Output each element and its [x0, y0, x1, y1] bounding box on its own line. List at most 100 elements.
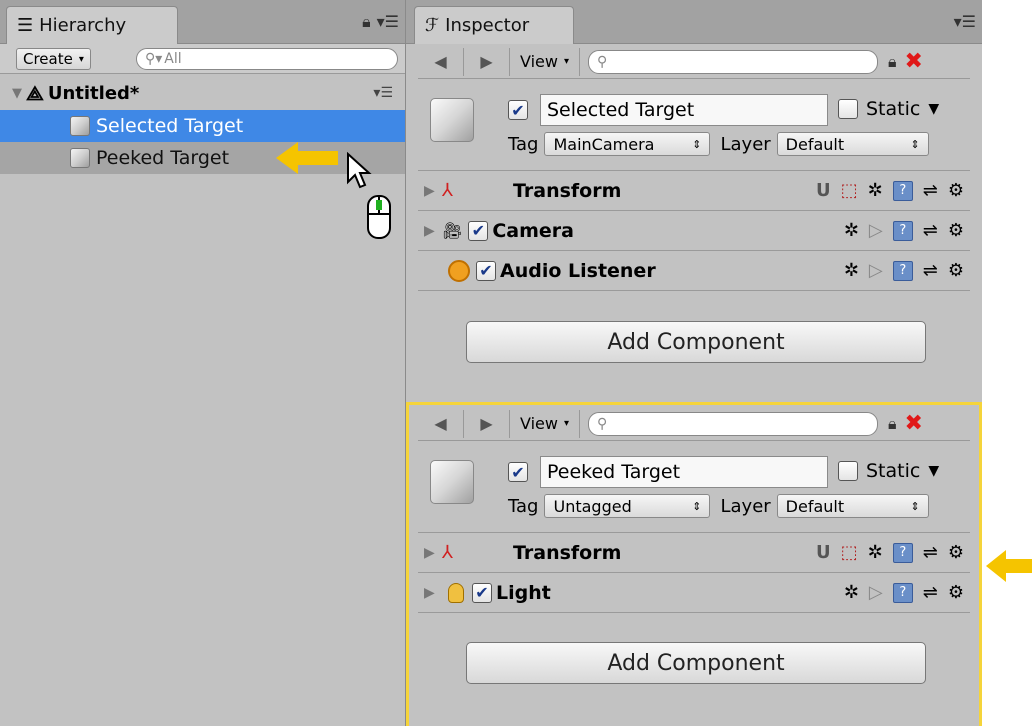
play-icon[interactable]: ▷ [869, 582, 883, 603]
tab-hierarchy[interactable]: ☰ Hierarchy [6, 6, 178, 44]
foldout-arrow-icon[interactable]: ▶ [424, 183, 442, 199]
component-transform[interactable]: ▶ ⅄ Transform U ⬚ ✲ ? ⇌ ⚙ [418, 170, 970, 210]
foldout-arrow-icon[interactable]: ▶ [424, 585, 442, 601]
help-icon[interactable]: ? [892, 180, 913, 201]
gameobject-icon[interactable] [430, 98, 474, 142]
help-icon[interactable]: ? [892, 542, 913, 563]
tag-value: MainCamera [553, 134, 655, 154]
lock-icon[interactable]: 🔒︎ [888, 414, 897, 434]
script-gear-icon[interactable]: ✲ [844, 582, 859, 603]
panel-menu-icon[interactable]: ▾☰ [954, 12, 976, 31]
scene-menu-icon[interactable]: ▾☰ [373, 85, 393, 101]
tab-inspector[interactable]: ℱ Inspector [414, 6, 574, 44]
scene-row[interactable]: ▼ ⟁ Untitled* ▾☰ [0, 78, 405, 108]
tag-dropdown[interactable]: MainCamera ⇕ [544, 132, 711, 156]
tab-inspector-label: Inspector [445, 15, 530, 36]
static-checkbox[interactable] [838, 461, 858, 481]
presets-icon[interactable]: ⇌ [923, 260, 938, 281]
static-checkbox[interactable] [838, 99, 858, 119]
back-button[interactable]: ◀ [418, 47, 464, 76]
static-toggle[interactable]: Static ▼ [838, 460, 939, 482]
script-gear-icon[interactable]: ✲ [868, 180, 883, 201]
forward-button[interactable]: ▶ [464, 409, 510, 438]
component-name: Transform [513, 179, 622, 202]
add-component-button[interactable]: Add Component [466, 321, 926, 363]
dropdown-arrow-icon[interactable]: ▼ [928, 463, 939, 479]
foldout-arrow-icon[interactable]: ▶ [424, 545, 442, 561]
layer-label: Layer [720, 495, 771, 517]
list-icon: ☰ [17, 15, 34, 36]
hierarchy-item-label: Selected Target [96, 115, 244, 137]
script-gear-icon[interactable]: ✲ [844, 220, 859, 241]
package-icon[interactable]: ⬚ [841, 180, 858, 201]
tab-hierarchy-label: Hierarchy [39, 15, 127, 36]
static-toggle[interactable]: Static ▼ [838, 98, 939, 120]
transform-icon: ⅄ [442, 180, 453, 201]
component-enabled-checkbox[interactable]: ✔ [472, 582, 492, 603]
active-checkbox[interactable]: ✔ [508, 100, 528, 120]
foldout-arrow-icon[interactable]: ▼ [12, 86, 22, 101]
close-icon[interactable]: ✖ [905, 49, 923, 74]
mouse-middle-click-icon [367, 195, 391, 239]
hierarchy-item-selected-target[interactable]: Selected Target [0, 110, 405, 142]
layer-dropdown[interactable]: Default ⇕ [776, 494, 929, 518]
inspector-search-input[interactable]: ⚲ [588, 49, 878, 74]
tag-layer-row: Tag Untagged ⇕ Layer Default ⇕ [508, 494, 929, 518]
inspector-search-input[interactable]: ⚲ [588, 411, 878, 436]
close-icon[interactable]: ✖ [905, 411, 923, 436]
component-enabled-checkbox[interactable]: ✔ [468, 220, 489, 241]
help-icon[interactable]: ? [892, 220, 913, 241]
lock-icon[interactable]: 🔒︎ [362, 12, 371, 32]
add-component-label: Add Component [607, 329, 785, 355]
component-camera[interactable]: ▶ 🎥︎ ✔ Camera ✲ ▷ ? ⇌ ⚙ [418, 210, 970, 250]
help-icon[interactable]: ? [892, 260, 913, 281]
help-icon[interactable]: ? [892, 582, 913, 603]
gear-icon[interactable]: ⚙ [948, 220, 964, 241]
script-gear-icon[interactable]: ✲ [868, 542, 883, 563]
layer-dropdown[interactable]: Default ⇕ [776, 132, 929, 156]
foldout-arrow-icon[interactable]: ▶ [424, 223, 442, 239]
back-button[interactable]: ◀ [418, 409, 464, 438]
object-name-value: Selected Target [547, 99, 695, 121]
component-name: Camera [492, 219, 574, 242]
unity-u-icon[interactable]: U [816, 542, 831, 563]
component-transform[interactable]: ▶ ⅄ Transform U ⬚ ✲ ? ⇌ ⚙ [418, 532, 970, 572]
view-dropdown[interactable]: View ▾ [510, 409, 580, 438]
lock-icon[interactable]: 🔒︎ [888, 52, 897, 72]
dropdown-arrow-icon[interactable]: ▼ [928, 101, 939, 117]
forward-button[interactable]: ▶ [464, 47, 510, 76]
object-name-field[interactable]: Peeked Target [540, 456, 828, 488]
component-enabled-checkbox[interactable]: ✔ [476, 260, 496, 281]
presets-icon[interactable]: ⇌ [923, 542, 938, 563]
unity-u-icon[interactable]: U [816, 180, 831, 201]
presets-icon[interactable]: ⇌ [923, 582, 938, 603]
tag-dropdown[interactable]: Untagged ⇕ [544, 494, 711, 518]
gear-icon[interactable]: ⚙ [948, 180, 964, 201]
hierarchy-item-peeked-target[interactable]: Peeked Target [0, 142, 405, 174]
active-checkbox[interactable]: ✔ [508, 462, 528, 482]
add-component-button[interactable]: Add Component [466, 642, 926, 684]
play-icon[interactable]: ▷ [869, 260, 883, 281]
gear-icon[interactable]: ⚙ [948, 582, 964, 603]
unity-scene-icon: ⟁ [26, 81, 44, 105]
component-audio-listener[interactable]: ✔ Audio Listener ✲ ▷ ? ⇌ ⚙ [418, 250, 970, 290]
package-icon[interactable]: ⬚ [841, 542, 858, 563]
script-gear-icon[interactable]: ✲ [844, 260, 859, 281]
scene-name: Untitled* [47, 82, 140, 104]
panel-menu-icon[interactable]: ▾☰ [377, 12, 399, 32]
object-name-field[interactable]: Selected Target [540, 94, 828, 126]
hierarchy-search-input[interactable]: ⚲▾ All [136, 48, 398, 70]
component-light[interactable]: ▶ ✔ Light ✲ ▷ ? ⇌ ⚙ [418, 572, 970, 612]
hierarchy-tabbar: ☰ Hierarchy 🔒︎ ▾☰ [0, 0, 405, 44]
create-label: Create [23, 50, 73, 68]
presets-icon[interactable]: ⇌ [923, 220, 938, 241]
gameobject-icon [70, 148, 90, 168]
create-dropdown[interactable]: Create ▾ [16, 48, 91, 70]
divider [418, 612, 970, 613]
play-icon[interactable]: ▷ [869, 220, 883, 241]
gear-icon[interactable]: ⚙ [948, 260, 964, 281]
presets-icon[interactable]: ⇌ [923, 180, 938, 201]
gear-icon[interactable]: ⚙ [948, 542, 964, 563]
gameobject-icon[interactable] [430, 460, 474, 504]
view-dropdown[interactable]: View ▾ [510, 47, 580, 76]
